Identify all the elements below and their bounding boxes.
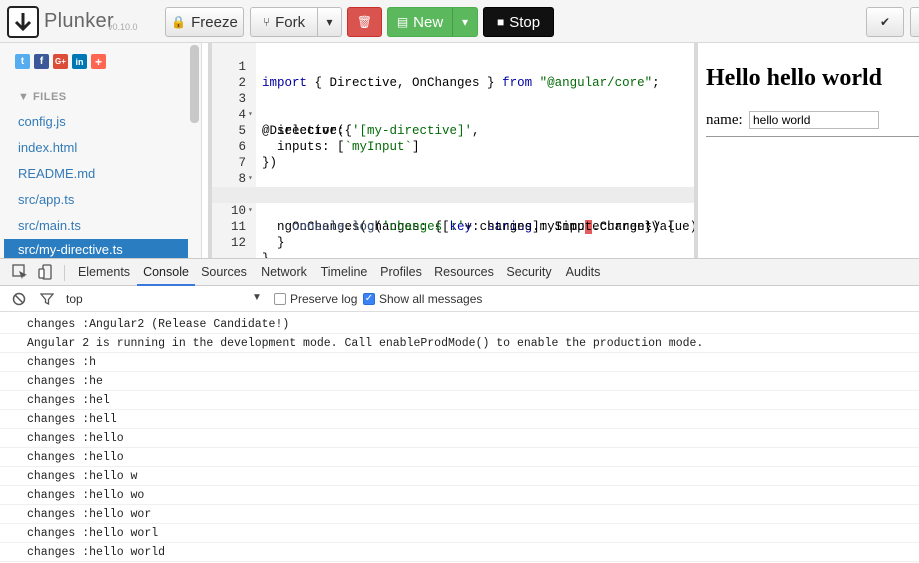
new-dropdown-button[interactable]: ▾ — [452, 7, 478, 37]
check-button[interactable]: ✔ — [866, 7, 904, 37]
app-name: Plunker — [44, 10, 114, 32]
tab-console[interactable]: Console — [137, 259, 195, 286]
devtools-tab-bar: Elements Console Sources Network Timelin… — [0, 258, 919, 286]
console-message: changes :hello — [0, 448, 919, 467]
file-item[interactable]: src/main.ts — [4, 213, 188, 239]
caret-down-icon: ▾ — [461, 15, 469, 29]
preview-heading: Hello hello world — [706, 65, 882, 91]
code-line: 12 } — [230, 236, 270, 266]
console-message: changes :hello wo — [0, 486, 919, 505]
fork-button[interactable]: ⑂ Fork — [250, 7, 318, 37]
tab-sources[interactable]: Sources — [197, 259, 251, 286]
console-message: changes :hello w — [0, 467, 919, 486]
console-message: changes :hello wor — [0, 505, 919, 524]
console-filter-bar: top ▼ Preserve log ✓ Show all messages — [0, 286, 919, 312]
delete-button[interactable]: 🗑 — [347, 7, 382, 37]
name-input[interactable]: hello world — [749, 111, 879, 129]
tab-network[interactable]: Network — [256, 259, 312, 286]
inspect-element-icon[interactable] — [12, 264, 28, 280]
preserve-log-checkbox[interactable] — [274, 293, 286, 305]
lock-icon: 🔒 — [171, 15, 187, 29]
filter-icon[interactable] — [40, 292, 54, 306]
checkmark-icon: ✓ — [364, 293, 374, 304]
console-message: changes :h — [0, 353, 919, 372]
google-plus-icon[interactable]: G+ — [53, 54, 68, 69]
console-message: changes :Angular2 (Release Candidate!) — [0, 315, 919, 334]
code-line: 5 inputs: [`myInput`] — [238, 124, 420, 154]
fork-label: Fork — [275, 13, 306, 31]
code-editor[interactable]: 1 import { Directive, OnChanges } from "… — [208, 43, 705, 266]
preserve-log-label: Preserve log — [290, 292, 358, 306]
plunker-logo[interactable] — [7, 6, 39, 38]
new-label: New — [413, 13, 444, 31]
code-line: 6 }) — [238, 140, 278, 170]
console-message: changes :hell — [0, 410, 919, 429]
caret-down-icon: ▾ — [326, 15, 333, 29]
code-line: 11 } — [230, 220, 285, 250]
device-mode-icon[interactable] — [38, 264, 54, 280]
stop-label: Stop — [509, 13, 541, 31]
tab-elements[interactable]: Elements — [72, 259, 136, 286]
console-message: changes :hello worl — [0, 524, 919, 543]
freeze-label: Freeze — [191, 13, 238, 31]
tab-resources[interactable]: Resources — [432, 259, 496, 286]
file-icon: ▤ — [396, 15, 409, 29]
freeze-button[interactable]: 🔒 Freeze — [165, 7, 244, 37]
preview-divider — [706, 136, 919, 137]
files-heading[interactable]: ▼ FILES — [18, 91, 67, 103]
add-share-icon[interactable]: + — [91, 54, 106, 69]
stop-button[interactable]: ■ Stop — [483, 7, 554, 37]
caret-down-icon: ▼ — [18, 91, 33, 103]
clear-console-icon[interactable] — [12, 292, 26, 306]
show-all-messages-label: Show all messages — [379, 292, 483, 306]
preview-pane: Hello hello world name: hello world — [698, 43, 919, 258]
social-share-bar: t f G+ in + — [15, 54, 106, 69]
top-toolbar: Plunker v0.10.0 🔒 Freeze ⑂ Fork ▾ 🗑 ▤ Ne… — [0, 0, 919, 43]
context-dropdown-icon[interactable]: ▼ — [252, 292, 262, 303]
code-line: 2 — [238, 76, 246, 90]
code-line: 8 — [238, 172, 246, 186]
devtools-separator — [64, 265, 65, 281]
console-output: changes :Angular2 (Release Candidate!) A… — [0, 313, 919, 563]
tab-security[interactable]: Security — [502, 259, 556, 286]
file-item[interactable]: config.js — [4, 109, 188, 135]
down-arrow-icon — [14, 13, 32, 32]
tab-profiles[interactable]: Profiles — [377, 259, 425, 286]
facebook-icon[interactable]: f — [34, 54, 49, 69]
files-sidebar: t f G+ in + ▼ FILES config.js index.html… — [0, 43, 202, 258]
fork-icon: ⑂ — [262, 15, 271, 29]
sidebar-scrollbar[interactable] — [190, 45, 199, 123]
console-message: changes :he — [0, 372, 919, 391]
twitter-icon[interactable]: t — [15, 54, 30, 69]
linkedin-icon[interactable]: in — [72, 54, 87, 69]
plunker-app: Plunker v0.10.0 🔒 Freeze ⑂ Fork ▾ 🗑 ▤ Ne… — [0, 0, 919, 563]
code-line: 3 ▾ @Directive({ — [238, 92, 353, 138]
tab-audits[interactable]: Audits — [562, 259, 604, 286]
file-item[interactable]: index.html — [4, 135, 188, 161]
app-version: v0.10.0 — [108, 22, 138, 32]
file-item[interactable]: README.md — [4, 161, 188, 187]
console-message: changes :hello world — [0, 543, 919, 562]
new-button[interactable]: ▤ New — [387, 7, 453, 37]
more-button[interactable] — [910, 7, 919, 37]
code-line: 1 import { Directive, OnChanges } from "… — [238, 60, 660, 90]
context-selector[interactable]: top — [66, 292, 83, 306]
code-line-active: 10 console.log('changes :'+ changes.myIn… — [212, 187, 705, 234]
file-item-active[interactable]: src/my-directive.ts — [4, 239, 188, 258]
trash-icon: 🗑 — [356, 15, 373, 29]
fork-dropdown-button[interactable]: ▾ — [317, 7, 342, 37]
tab-timeline[interactable]: Timeline — [317, 259, 371, 286]
checkmark-icon: ✔ — [879, 15, 891, 29]
console-message: Angular 2 is running in the development … — [0, 334, 919, 353]
name-label: name: — [706, 112, 743, 128]
file-item[interactable]: src/app.ts — [4, 187, 188, 213]
code-line: 7 ▾ export class MyDirective implements … — [212, 139, 694, 202]
console-message: changes :hel — [0, 391, 919, 410]
show-all-messages-checkbox[interactable]: ✓ — [363, 293, 375, 305]
code-line: 4 selector: '[my-directive]', — [238, 108, 480, 138]
stop-icon: ■ — [496, 15, 505, 29]
console-message: changes :hello — [0, 429, 919, 448]
code-line: 9 ▾ ngOnChanges(changes: {[key: string]:… — [212, 171, 694, 234]
